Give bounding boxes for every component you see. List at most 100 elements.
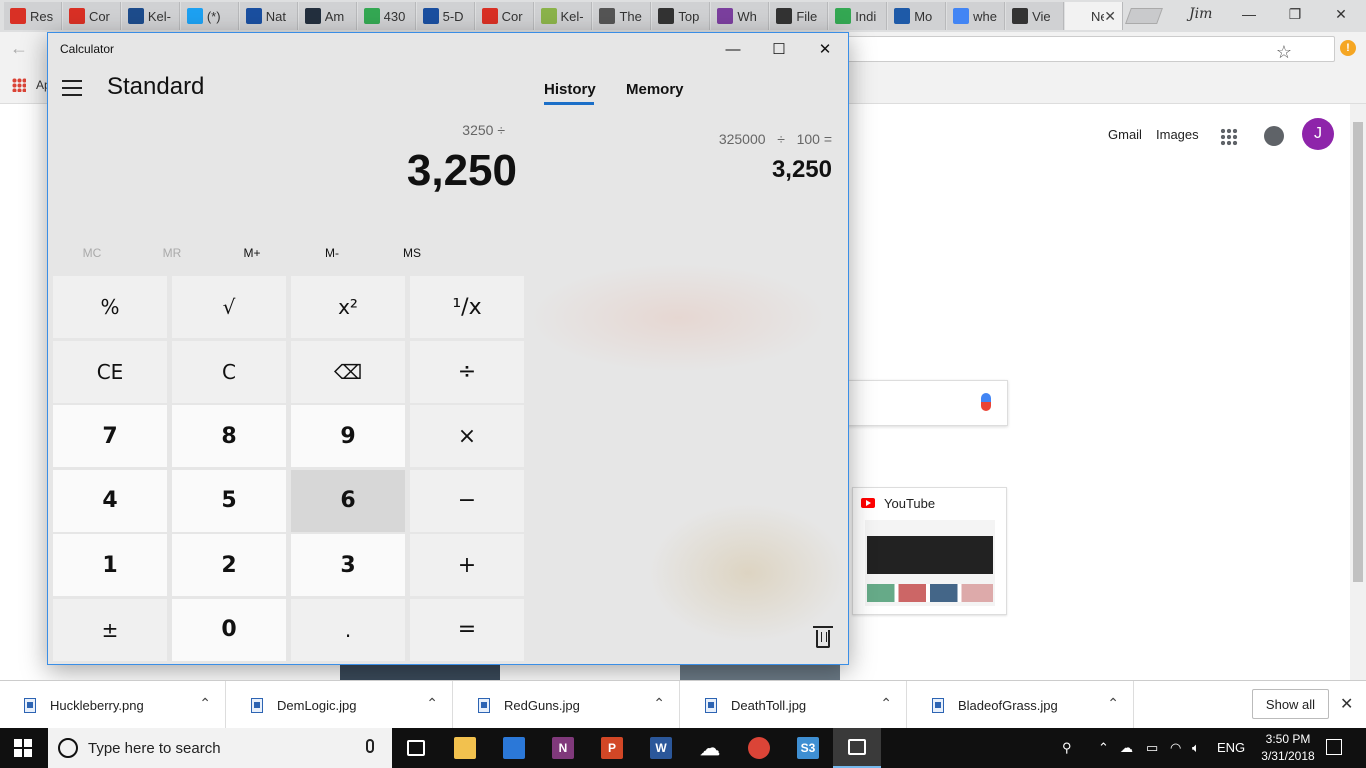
clear-history-trash-icon[interactable]: [813, 626, 833, 648]
taskbar-app-button[interactable]: [833, 728, 881, 768]
browser-tab[interactable]: Nat: [239, 2, 298, 30]
taskbar-search-box[interactable]: Type here to search: [48, 728, 392, 768]
browser-tab[interactable]: 430: [357, 2, 416, 30]
digit-1-button[interactable]: 1: [53, 534, 167, 596]
square-button[interactable]: x²: [291, 276, 405, 338]
apps-grid-icon[interactable]: [12, 78, 26, 92]
browser-tab[interactable]: Indi: [829, 2, 888, 30]
images-link[interactable]: Images: [1156, 127, 1199, 142]
download-item[interactable]: RedGuns.jpg ⌃: [454, 681, 680, 729]
back-arrow-icon[interactable]: ←: [10, 38, 28, 59]
taskbar-mic-icon[interactable]: [366, 739, 374, 753]
browser-close-button[interactable]: ✕: [1318, 0, 1364, 28]
download-options-chevron-icon[interactable]: ⌃: [199, 695, 211, 712]
warning-icon[interactable]: !: [1340, 40, 1356, 56]
calc-minimize-button[interactable]: —: [710, 33, 756, 65]
taskbar-clock[interactable]: 3:50 PM 3/31/2018: [1258, 731, 1318, 765]
google-apps-icon[interactable]: [1220, 128, 1238, 146]
windows-start-icon[interactable]: [14, 739, 32, 757]
memory-button-mr[interactable]: MR: [132, 246, 212, 260]
volume-icon[interactable]: 🔈︎: [1192, 740, 1200, 756]
taskbar-app-button[interactable]: W: [637, 728, 685, 768]
battery-icon[interactable]: ▭: [1146, 740, 1158, 756]
decimal-button[interactable]: .: [291, 598, 405, 661]
digit-4-button[interactable]: 4: [53, 469, 167, 532]
taskbar-app-button[interactable]: N: [539, 728, 587, 768]
square-root-button[interactable]: √: [172, 276, 286, 338]
browser-tab[interactable]: Mo: [888, 2, 947, 30]
browser-tab[interactable]: 5-D: [416, 2, 475, 30]
voice-search-mic-icon[interactable]: [981, 393, 991, 411]
digit-8-button[interactable]: 8: [172, 405, 286, 467]
browser-tab[interactable]: Nev✕: [1065, 2, 1123, 30]
browser-tab[interactable]: Vie: [1006, 2, 1065, 30]
backspace-button[interactable]: ⌫: [291, 340, 405, 403]
taskbar-app-button[interactable]: [490, 728, 538, 768]
digit-9-button[interactable]: 9: [291, 405, 405, 467]
browser-tab[interactable]: whe: [947, 2, 1006, 30]
memory-button-mminus[interactable]: M-: [292, 246, 372, 260]
subtract-button[interactable]: −: [410, 469, 524, 532]
browser-tab[interactable]: The: [593, 2, 652, 30]
memory-button-mplus[interactable]: M+: [212, 246, 292, 260]
browser-tab[interactable]: Wh: [711, 2, 770, 30]
browser-tab[interactable]: (*): [180, 2, 239, 30]
bookmark-star-icon[interactable]: ☆: [1276, 42, 1292, 63]
close-downloads-icon[interactable]: ✕: [1340, 694, 1353, 714]
divide-button[interactable]: ÷: [410, 340, 524, 403]
download-options-chevron-icon[interactable]: ⌃: [653, 695, 665, 712]
hamburger-menu-icon[interactable]: [62, 80, 82, 96]
digit-5-button[interactable]: 5: [172, 469, 286, 532]
close-tab-icon[interactable]: ✕: [1104, 8, 1116, 25]
most-visited-tile-youtube[interactable]: YouTube: [852, 487, 1007, 615]
action-center-icon[interactable]: [1326, 739, 1342, 755]
browser-tab[interactable]: Res: [4, 2, 62, 30]
download-options-chevron-icon[interactable]: ⌃: [1107, 695, 1119, 712]
browser-tab[interactable]: Top: [652, 2, 711, 30]
history-expression[interactable]: 325000 ÷ 100 =: [719, 131, 832, 147]
wifi-icon[interactable]: ◠: [1170, 740, 1181, 756]
browser-restore-button[interactable]: ❐: [1272, 0, 1318, 28]
clear-entry-button[interactable]: CE: [53, 340, 167, 403]
download-item[interactable]: BladeofGrass.jpg ⌃: [908, 681, 1134, 729]
account-avatar[interactable]: J: [1302, 118, 1334, 150]
multiply-button[interactable]: ×: [410, 405, 524, 467]
page-scrollbar[interactable]: [1350, 104, 1366, 680]
browser-tab[interactable]: Cor: [62, 2, 121, 30]
digit-2-button[interactable]: 2: [172, 534, 286, 596]
add-button[interactable]: +: [410, 534, 524, 596]
negate-button[interactable]: ±: [53, 598, 167, 661]
new-tab-button[interactable]: [1125, 8, 1163, 24]
browser-tab[interactable]: Kel-: [534, 2, 593, 30]
gmail-link[interactable]: Gmail: [1108, 127, 1142, 142]
equals-button[interactable]: =: [410, 598, 524, 661]
digit-7-button[interactable]: 7: [53, 405, 167, 467]
taskbar-app-button[interactable]: [735, 728, 783, 768]
digit-3-button[interactable]: 3: [291, 534, 405, 596]
digit-0-button[interactable]: 0: [172, 598, 286, 661]
browser-tab[interactable]: Kel-: [121, 2, 180, 30]
clear-button[interactable]: C: [172, 340, 286, 403]
show-all-downloads-button[interactable]: Show all: [1252, 689, 1329, 719]
memory-button-ms[interactable]: MS: [372, 246, 452, 260]
download-item[interactable]: DemLogic.jpg ⌃: [227, 681, 453, 729]
browser-minimize-button[interactable]: —: [1226, 0, 1272, 28]
browser-tab[interactable]: Am: [298, 2, 357, 30]
history-result[interactable]: 3,250: [772, 156, 832, 184]
onedrive-tray-icon[interactable]: ☁: [1120, 740, 1133, 756]
calc-close-button[interactable]: ✕: [802, 33, 848, 65]
taskbar-app-button[interactable]: P: [588, 728, 636, 768]
taskbar-app-button[interactable]: S3: [784, 728, 832, 768]
download-options-chevron-icon[interactable]: ⌃: [880, 695, 892, 712]
percent-button[interactable]: %: [53, 276, 167, 338]
show-hidden-icons-chevron-icon[interactable]: ⌃: [1098, 740, 1109, 756]
calculator-titlebar[interactable]: Calculator — ☐ ✕: [48, 33, 848, 65]
taskbar-app-button[interactable]: [392, 728, 440, 768]
digit-6-button[interactable]: 6: [291, 469, 405, 532]
input-language[interactable]: ENG: [1217, 740, 1245, 755]
download-options-chevron-icon[interactable]: ⌃: [426, 695, 438, 712]
notifications-bell-icon[interactable]: [1264, 126, 1284, 146]
google-search-box[interactable]: [830, 380, 1008, 426]
browser-tab[interactable]: File: [770, 2, 829, 30]
profile-button[interactable]: Jim: [1189, 6, 1212, 22]
